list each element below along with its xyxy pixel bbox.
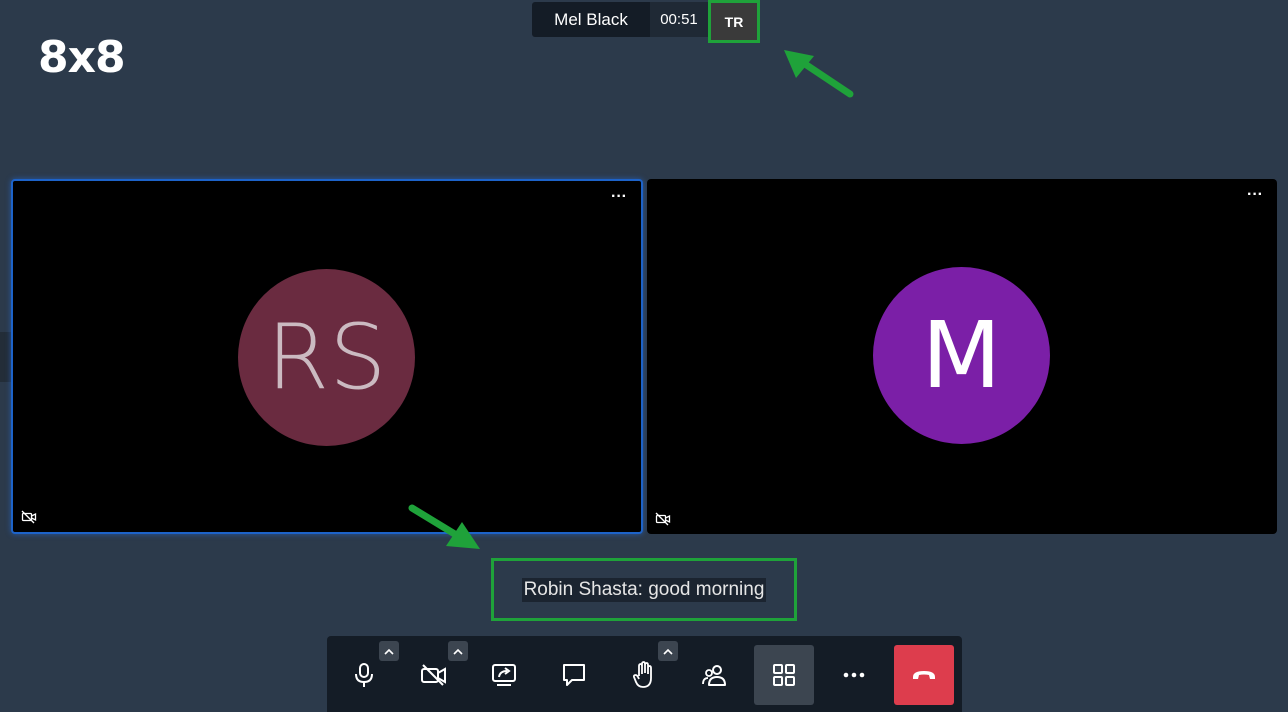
tile-menu-button[interactable]: ··· — [611, 189, 627, 205]
conference-stage: 8x8 Mel Black 00:51 TR ··· RS ··· M Robi… — [0, 0, 1288, 712]
participant-name: Mel Black — [554, 9, 628, 29]
camera-off-indicator-icon — [655, 512, 671, 526]
video-tile-mel[interactable]: ··· M — [647, 179, 1277, 534]
raise-hand-icon — [633, 661, 652, 688]
tile-view-button[interactable] — [754, 645, 814, 705]
hangup-button[interactable] — [894, 645, 954, 705]
tile-view-icon — [773, 664, 795, 686]
conference-timer: 00:51 — [650, 2, 708, 37]
participants-button[interactable] — [684, 645, 744, 705]
camera-off-icon — [421, 664, 446, 686]
video-tile-robin[interactable]: ··· RS — [11, 179, 643, 534]
hangup-icon — [913, 671, 935, 679]
subtitle-highlight: Robin Shasta: good morning — [491, 558, 797, 621]
avatar: RS — [238, 269, 415, 446]
chevron-up-icon — [663, 648, 673, 655]
brand-logo: 8x8 — [38, 32, 126, 83]
meeting-toolbar — [327, 636, 962, 712]
annotation-arrow-bottom — [408, 504, 480, 549]
more-options-icon — [843, 672, 865, 678]
microphone-icon — [355, 663, 373, 687]
screen-share-button[interactable] — [474, 645, 534, 705]
reactions-options-caret[interactable] — [658, 641, 678, 661]
chevron-up-icon — [384, 648, 394, 655]
chat-icon — [563, 664, 585, 686]
chevron-up-icon — [453, 648, 463, 655]
avatar: M — [873, 267, 1050, 444]
tile-menu-button[interactable]: ··· — [1247, 187, 1263, 203]
camera-options-caret[interactable] — [448, 641, 468, 661]
subtitle-text: Robin Shasta: good morning — [521, 577, 767, 602]
annotation-arrow-top — [784, 50, 854, 98]
transcription-badge[interactable]: TR — [708, 0, 760, 43]
screen-share-icon — [492, 664, 516, 686]
microphone-options-caret[interactable] — [379, 641, 399, 661]
camera-off-indicator-icon — [21, 510, 37, 524]
chat-button[interactable] — [544, 645, 604, 705]
subject-bar: Mel Black 00:51 TR — [532, 0, 760, 43]
participants-icon — [702, 665, 726, 686]
more-options-button[interactable] — [824, 645, 884, 705]
